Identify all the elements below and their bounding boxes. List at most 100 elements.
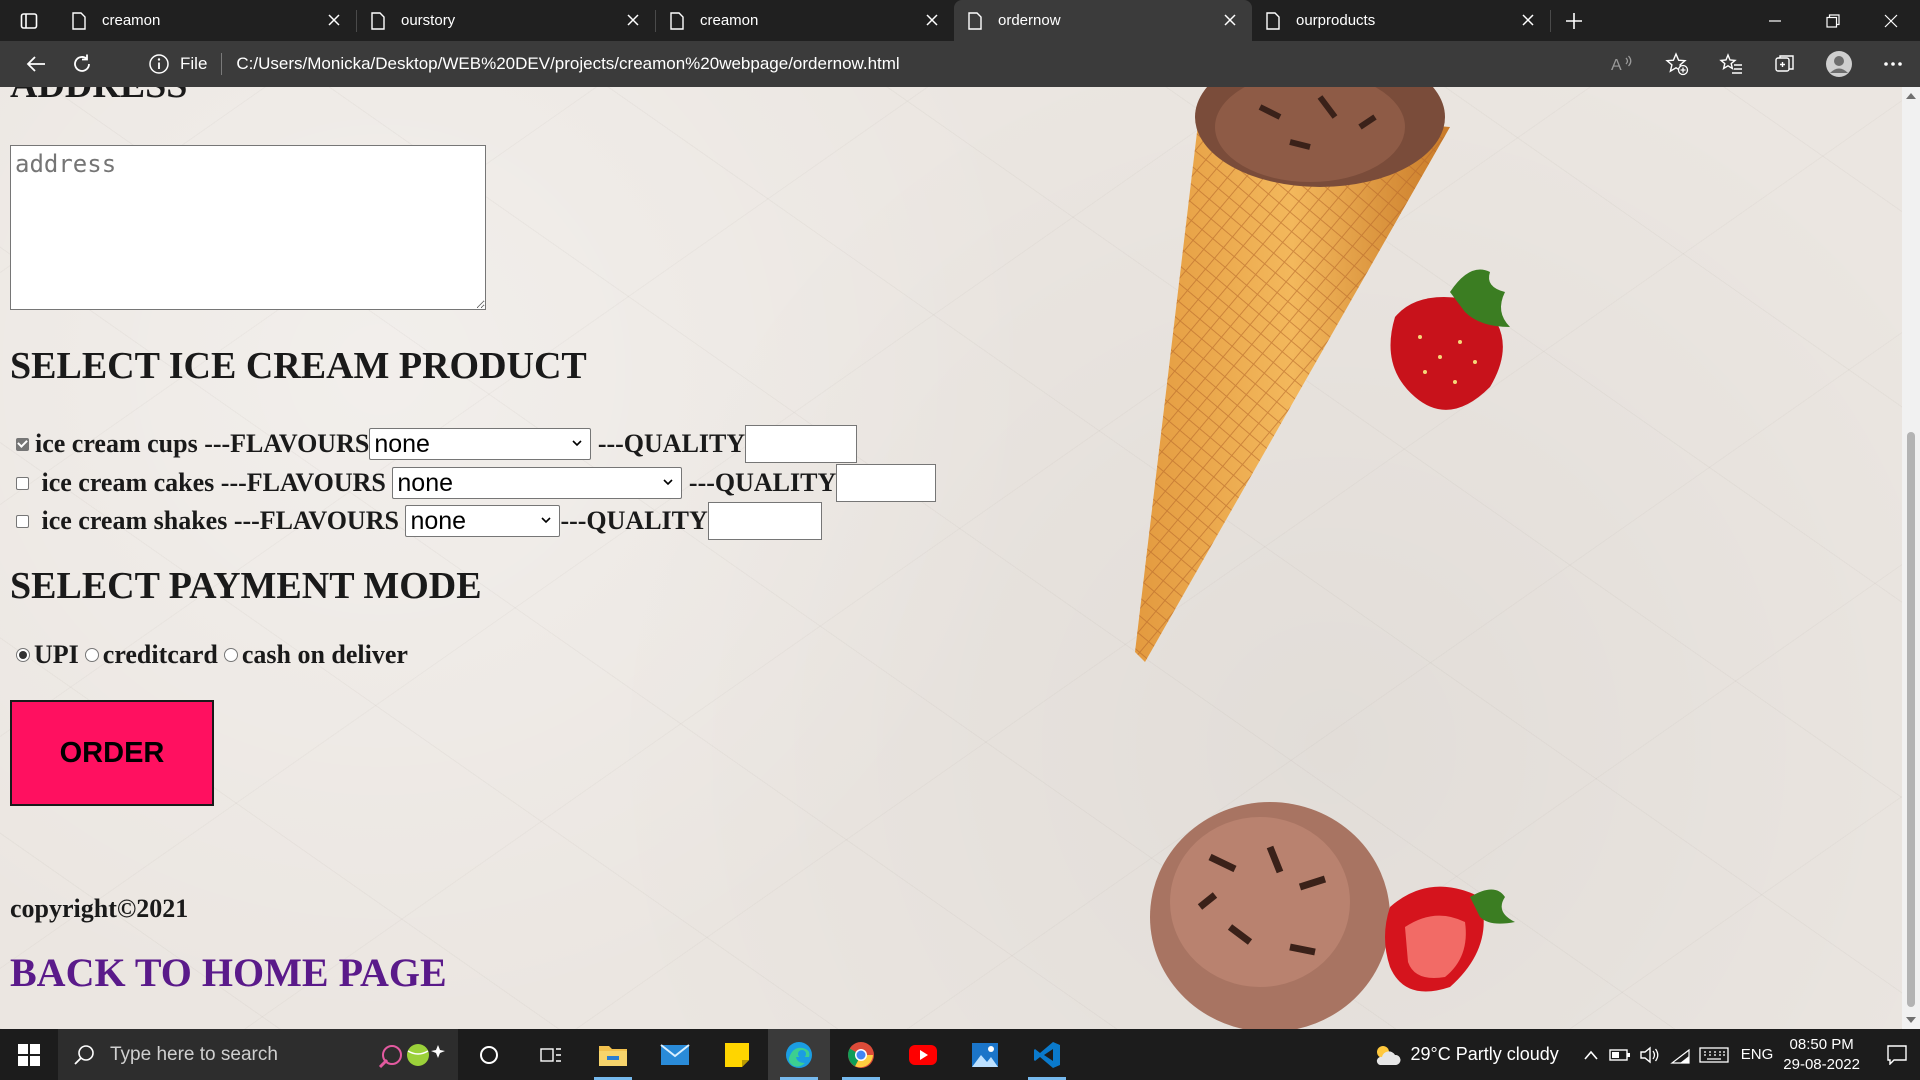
- edge-button[interactable]: [768, 1029, 830, 1080]
- youtube-button[interactable]: [892, 1029, 954, 1080]
- vscode-button[interactable]: [1016, 1029, 1078, 1080]
- close-tab-icon[interactable]: [1520, 12, 1536, 28]
- close-tab-icon[interactable]: [625, 12, 641, 28]
- folder-icon: [599, 1045, 627, 1066]
- clock[interactable]: 08:50 PM 29-08-2022: [1783, 1035, 1860, 1075]
- tab-ordernow[interactable]: ordernow: [954, 0, 1252, 41]
- product-heading: SELECT ICE CREAM PRODUCT: [10, 345, 587, 387]
- profile-button[interactable]: [1812, 41, 1866, 87]
- payment-heading: SELECT PAYMENT MODE: [10, 565, 482, 607]
- add-favorite-button[interactable]: [1650, 41, 1704, 87]
- order-button[interactable]: ORDER: [10, 700, 214, 806]
- info-icon[interactable]: [148, 53, 170, 75]
- start-button[interactable]: [0, 1029, 58, 1080]
- collections-button[interactable]: [1758, 41, 1812, 87]
- minimize-icon: [1769, 19, 1781, 22]
- file-explorer-button[interactable]: [582, 1029, 644, 1080]
- tab-actions-button[interactable]: [0, 0, 58, 41]
- address-heading: ADDRESS: [10, 87, 187, 107]
- product-name: ice cream cups: [35, 429, 198, 458]
- restore-button[interactable]: [1804, 0, 1862, 41]
- scheme-label: File: [180, 54, 208, 73]
- close-tab-icon[interactable]: [326, 12, 342, 28]
- cakes-flavour-select[interactable]: none: [392, 467, 683, 499]
- read-aloud-icon: A: [1611, 55, 1632, 74]
- language-indicator[interactable]: ENG: [1741, 1046, 1774, 1063]
- tab-title: ordernow: [998, 12, 1061, 29]
- favorites-list-icon: [1719, 53, 1742, 74]
- cakes-checkbox[interactable]: [16, 476, 29, 490]
- windows-logo-icon: [18, 1043, 40, 1066]
- payment-label: UPI: [34, 640, 79, 669]
- close-tab-icon[interactable]: [1222, 12, 1238, 28]
- taskbar-search-box[interactable]: Type here to search: [58, 1029, 458, 1080]
- page-icon: [968, 11, 982, 30]
- tab-ourproducts[interactable]: ourproducts: [1252, 0, 1550, 41]
- back-to-home-link[interactable]: BACK TO HOME PAGE: [10, 949, 447, 996]
- product-name: ice cream shakes: [41, 506, 228, 535]
- search-highlight-icon: [378, 1044, 445, 1069]
- chevron-down-icon: [572, 440, 582, 447]
- address-textarea[interactable]: [10, 145, 486, 310]
- address-bar[interactable]: File C:/Users/Monicka/Desktop/WEB%20DEV/…: [128, 45, 1616, 83]
- payment-label: creditcard: [102, 640, 218, 669]
- scroll-up-arrow[interactable]: [1906, 93, 1916, 99]
- more-dots-icon: [1884, 62, 1902, 66]
- mail-button[interactable]: [644, 1029, 706, 1080]
- ice-cream-cone-image: [1135, 87, 1510, 662]
- creditcard-radio[interactable]: [84, 648, 99, 662]
- shakes-quality-input[interactable]: [707, 502, 822, 540]
- volume-icon[interactable]: [1639, 1046, 1661, 1064]
- shakes-flavour-select[interactable]: none: [405, 505, 561, 537]
- upi-radio[interactable]: [16, 648, 30, 662]
- back-button[interactable]: [14, 44, 58, 84]
- tab-title: ourstory: [401, 12, 456, 29]
- wifi-icon[interactable]: [1669, 1046, 1691, 1064]
- quality-label: ---QUALITY: [688, 468, 837, 497]
- restore-icon: [1826, 13, 1840, 28]
- cakes-quality-input[interactable]: [836, 464, 937, 502]
- vscode-icon: [1034, 1041, 1060, 1068]
- flavours-label: ---FLAVOURS: [204, 429, 370, 458]
- tab-ourstory[interactable]: ourstory: [357, 0, 655, 41]
- scroll-down-arrow[interactable]: [1906, 1017, 1916, 1023]
- weather-text[interactable]: 29°C Partly cloudy: [1410, 1044, 1558, 1065]
- weather-cloud-icon: [1377, 1045, 1402, 1065]
- new-tab-button[interactable]: [1551, 0, 1597, 41]
- tab-creamon-2[interactable]: creamon: [656, 0, 954, 41]
- close-icon: [1884, 14, 1898, 27]
- sticky-notes-button[interactable]: [706, 1029, 768, 1080]
- selected-flavour: none: [397, 468, 454, 497]
- url-text[interactable]: C:/Users/Monicka/Desktop/WEB%20DEV/proje…: [236, 54, 899, 74]
- tab-creamon-1[interactable]: creamon: [58, 0, 356, 41]
- close-tab-icon[interactable]: [924, 12, 940, 28]
- keyboard-icon[interactable]: [1699, 1046, 1729, 1064]
- chevron-up-icon[interactable]: [1583, 1049, 1599, 1061]
- more-menu-button[interactable]: [1866, 41, 1920, 87]
- cups-quality-input[interactable]: [745, 425, 858, 463]
- vertical-scrollbar[interactable]: [1902, 87, 1920, 1029]
- refresh-button[interactable]: [60, 44, 104, 84]
- product-row-shakes: ice cream shakes ---FLAVOURS none ---QUA…: [10, 502, 822, 540]
- youtube-icon: [909, 1044, 937, 1065]
- close-window-button[interactable]: [1862, 0, 1920, 41]
- cortana-button[interactable]: [458, 1029, 520, 1080]
- cups-checkbox[interactable]: [16, 437, 29, 451]
- scrollbar-thumb[interactable]: [1907, 432, 1915, 1007]
- shakes-checkbox[interactable]: [16, 514, 29, 528]
- cups-flavour-select[interactable]: none: [369, 428, 592, 460]
- svg-text:A: A: [1611, 57, 1622, 74]
- minimize-button[interactable]: [1746, 0, 1804, 41]
- read-aloud-button[interactable]: A: [1596, 41, 1650, 87]
- task-view-button[interactable]: [520, 1029, 582, 1080]
- page-icon: [371, 11, 385, 30]
- tab-actions-icon: [20, 12, 38, 29]
- payment-options: UPI creditcard cash on deliver: [10, 640, 408, 670]
- cod-radio[interactable]: [223, 648, 238, 662]
- photos-button[interactable]: [954, 1029, 1016, 1080]
- battery-icon[interactable]: [1609, 1048, 1631, 1062]
- favorites-button[interactable]: [1704, 41, 1758, 87]
- flavours-label: ---FLAVOURS: [233, 506, 399, 535]
- chrome-button[interactable]: [830, 1029, 892, 1080]
- notifications-button[interactable]: [1874, 1029, 1920, 1080]
